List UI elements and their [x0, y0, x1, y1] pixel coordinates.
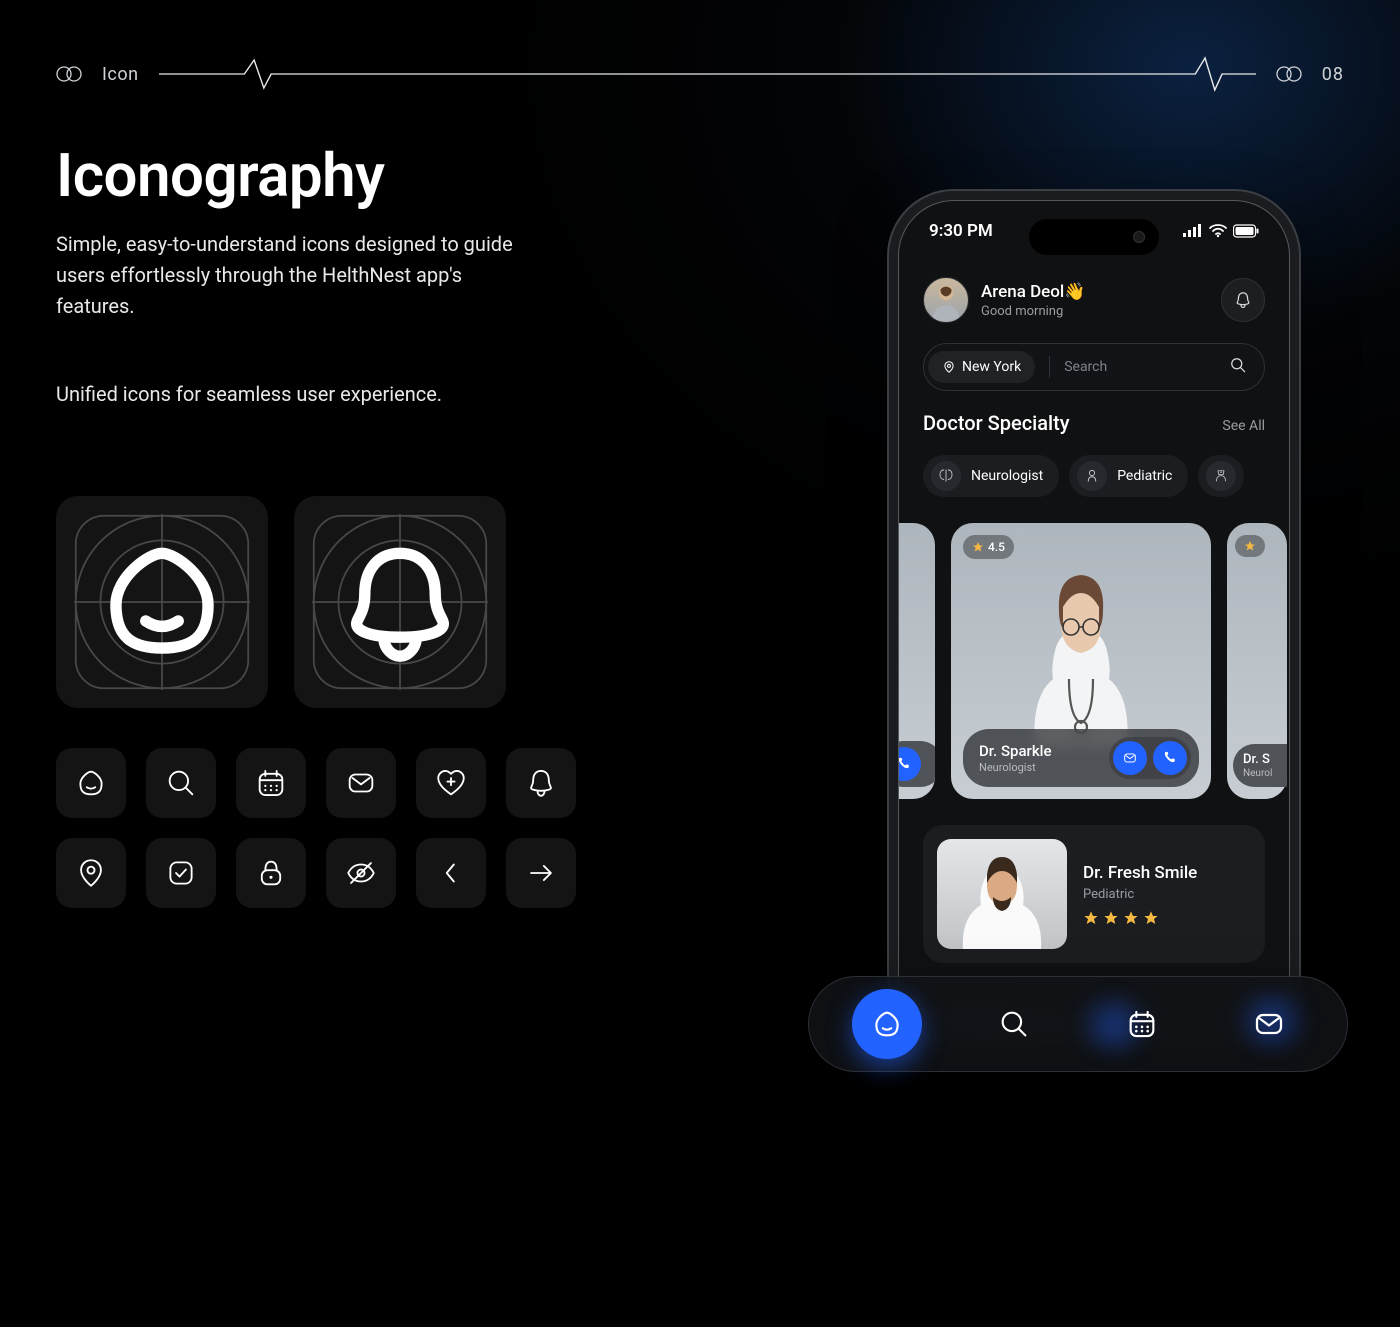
doctor-name: Dr. Fresh Smile [1083, 863, 1197, 883]
nurse-icon [1206, 461, 1236, 491]
avatar[interactable] [923, 277, 969, 323]
doctor-photo [937, 839, 1067, 949]
page-header: Icon 08 [56, 54, 1344, 94]
pediatric-icon [1077, 461, 1107, 491]
mail-icon [326, 748, 396, 818]
chip-label: Pediatric [1117, 468, 1172, 484]
notifications-button[interactable] [1221, 278, 1265, 322]
user-name: Arena Deol👋 [981, 282, 1209, 302]
chip-neurologist[interactable]: Neurologist [923, 455, 1059, 497]
wifi-icon [1209, 224, 1227, 238]
nav-calendar[interactable] [1107, 989, 1177, 1059]
call-button[interactable] [1153, 741, 1187, 775]
heartbeat-divider [159, 54, 1256, 94]
doctor-card-prev[interactable] [898, 523, 935, 799]
page-title: Iconography [56, 140, 616, 211]
search-icon[interactable] [1228, 355, 1248, 379]
doctor-name: Dr. Sparkle [979, 742, 1109, 760]
rating-badge [1235, 535, 1265, 557]
doctor-card[interactable]: 4.5 Dr. Sparkle Neurologist [951, 523, 1211, 799]
location-pill[interactable]: New York [928, 351, 1035, 383]
search-bar[interactable]: New York Search [923, 343, 1265, 391]
specialty-chips: Neurologist Pediatric [923, 455, 1265, 497]
page-description: Simple, easy-to-understand icons designe… [56, 229, 536, 322]
check-square-icon [146, 838, 216, 908]
brain-icon [931, 461, 961, 491]
calendar-icon [236, 748, 306, 818]
pin-icon [56, 838, 126, 908]
message-button[interactable] [1113, 741, 1147, 775]
lock-icon [236, 838, 306, 908]
page-number: 08 [1322, 64, 1344, 85]
doctor-specialty: Neurol [1243, 768, 1272, 779]
icon-showcase-bell [294, 496, 506, 708]
page-header-label: Icon [102, 64, 139, 85]
doctor-list-item[interactable]: Dr. Fresh Smile Pediatric [923, 825, 1265, 963]
rating-badge: 4.5 [963, 535, 1014, 559]
battery-icon [1233, 224, 1259, 238]
chip-pediatric[interactable]: Pediatric [1069, 455, 1188, 497]
doctor-photo [991, 537, 1171, 747]
phone-notch [1029, 219, 1159, 255]
status-time: 9:30 PM [929, 221, 993, 241]
chevron-left-icon [416, 838, 486, 908]
star-icon [972, 541, 984, 553]
section-title: Doctor Specialty [923, 411, 1070, 435]
doctor-specialty: Neurologist [979, 761, 1109, 774]
rings-icon [56, 65, 82, 83]
pin-icon [942, 360, 956, 374]
doctor-specialty: Pediatric [1083, 887, 1197, 902]
call-button[interactable] [898, 747, 921, 781]
chip-more[interactable] [1198, 455, 1244, 497]
phone-mock: 9:30 PM Arena Deol👋 Good morning New Yor… [898, 200, 1290, 1030]
icon-showcase-home [56, 496, 268, 708]
arrow-right-icon [506, 838, 576, 908]
signal-icon [1183, 224, 1203, 238]
see-all-link[interactable]: See All [1222, 418, 1265, 434]
icon-grid [56, 748, 616, 908]
chip-label: Neurologist [971, 468, 1043, 484]
page-subdescription: Unified icons for seamless user experien… [56, 382, 616, 406]
rating-stars [1083, 910, 1197, 926]
nav-search[interactable] [979, 989, 1049, 1059]
doctor-name: Dr. S [1243, 752, 1270, 767]
nav-home[interactable] [852, 989, 922, 1059]
doctor-card-next[interactable]: Dr. S Neurol [1227, 523, 1287, 799]
bell-icon [506, 748, 576, 818]
home-icon [56, 748, 126, 818]
location-text: New York [962, 359, 1021, 375]
bottom-nav [808, 976, 1348, 1072]
greeting: Good morning [981, 304, 1209, 319]
heart-plus-icon [416, 748, 486, 818]
rings-icon [1276, 65, 1302, 83]
search-input[interactable]: Search [1064, 359, 1228, 375]
search-icon [146, 748, 216, 818]
nav-mail[interactable] [1234, 989, 1304, 1059]
eye-off-icon [326, 838, 396, 908]
